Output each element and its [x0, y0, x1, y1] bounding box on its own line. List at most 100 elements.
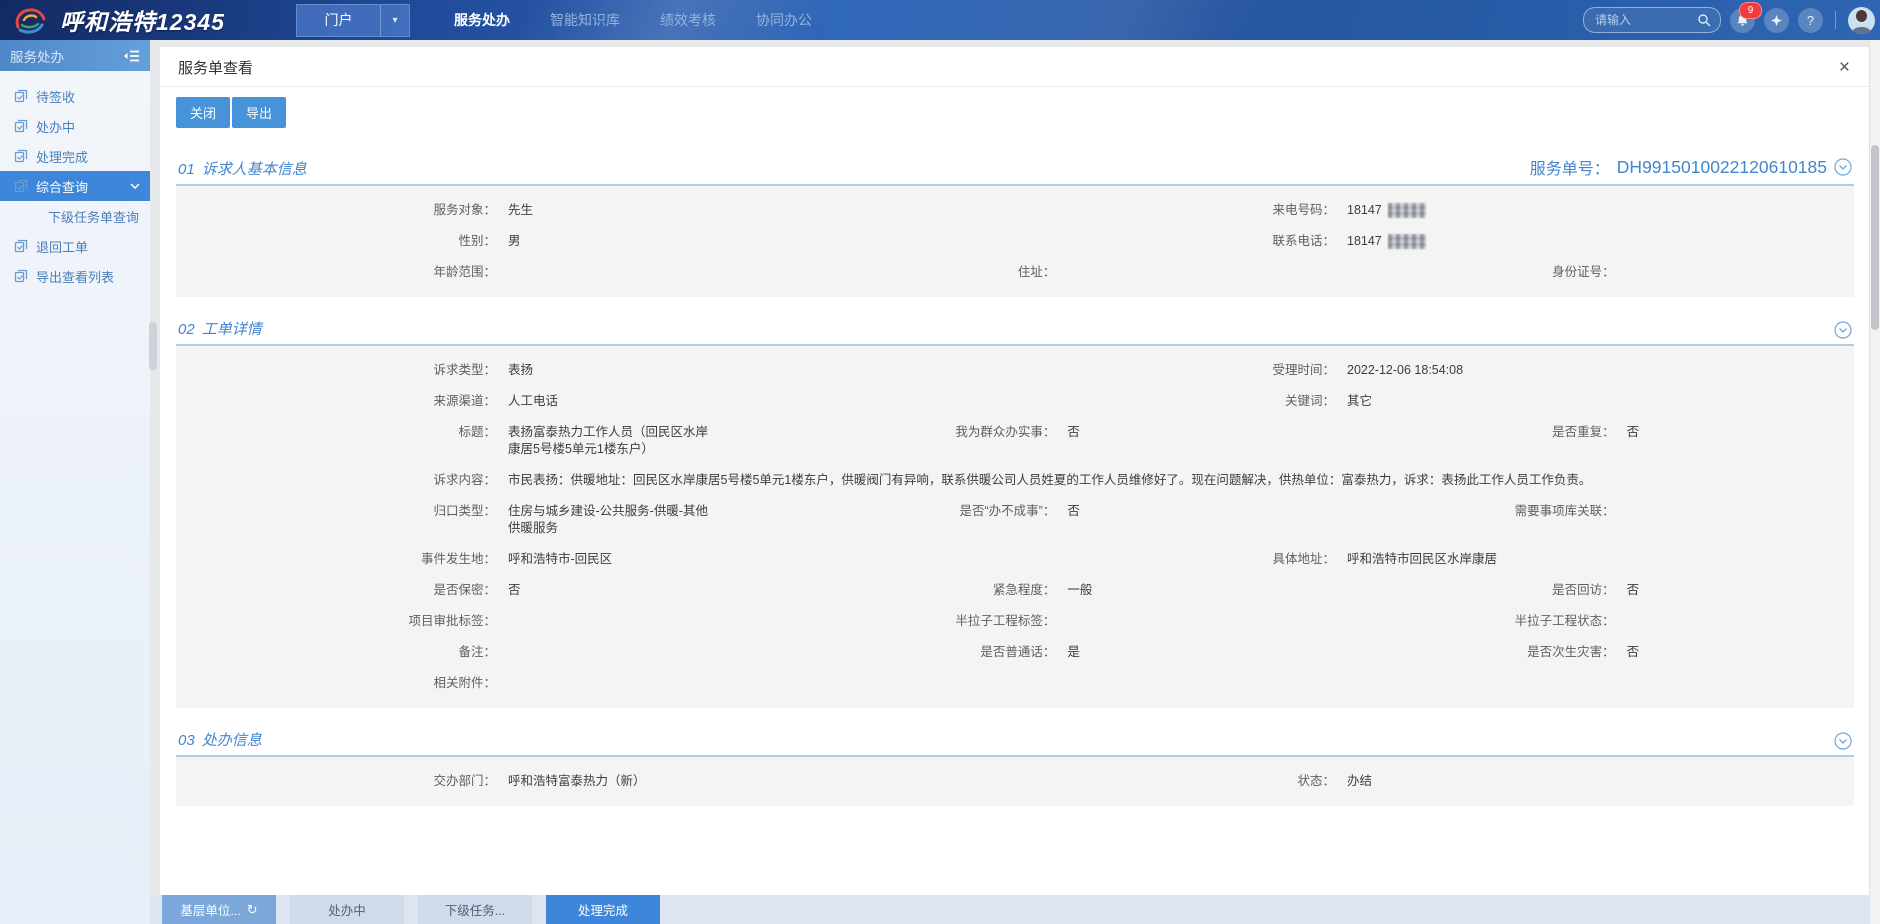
scrollbar-thumb[interactable]	[1871, 145, 1879, 330]
sidebar-item-label: 待签收	[36, 87, 75, 106]
search-box[interactable]	[1583, 7, 1721, 33]
field-cell: 服务对象：先生	[176, 202, 1015, 219]
doc-copy-icon	[14, 149, 28, 163]
main-area: 服务单查看 × 关闭导出 01 诉求人基本信息 服务单号： DH99150100221…	[160, 47, 1870, 895]
sidebar-item-1[interactable]: 处办中	[0, 111, 150, 141]
field-value: 否	[1067, 503, 1080, 520]
field-label: 事件发生地：	[176, 551, 496, 568]
search-input[interactable]	[1593, 12, 1697, 28]
masked-number	[1388, 234, 1426, 249]
field-cell: 来电号码：18147	[1015, 202, 1854, 219]
field-cell: 半拉子工程状态：	[1295, 613, 1854, 630]
field-row: 备注：是否普通话：是是否次生灾害：否	[176, 637, 1854, 668]
section-header: 03处办信息	[176, 723, 1854, 757]
close-button[interactable]: 关闭	[176, 97, 230, 128]
field-cell: 标题：表扬富泰热力工作人员（回民区水岸康居5号楼5单元1楼东户）	[176, 424, 735, 458]
section-body: 服务对象：先生来电号码：18147性别：男联系电话：18147年龄范围：住址：身…	[176, 186, 1854, 297]
section-collapse-icon[interactable]	[1834, 158, 1852, 176]
quick-nav-button[interactable]	[1764, 8, 1789, 33]
sidebar-item-label: 处办中	[36, 117, 75, 136]
field-label: 归口类型：	[176, 503, 496, 520]
top-nav-item-3[interactable]: 协同办公	[756, 10, 812, 30]
field-row: 相关附件：	[176, 668, 1854, 699]
doc-copy-icon	[14, 239, 28, 253]
portal-menu-button[interactable]: 门户 ▾	[296, 4, 410, 37]
field-row: 项目审批标签：半拉子工程标签：半拉子工程状态：	[176, 606, 1854, 637]
section-title-text: 诉求人基本信息	[202, 158, 307, 179]
field-value: 否	[1627, 582, 1640, 599]
notification-badge: 9	[1739, 2, 1762, 19]
field-label: 受理时间：	[1015, 362, 1335, 379]
field-cell: 状态：办结	[1015, 773, 1854, 790]
field-row: 交办部门：呼和浩特富泰热力（新）状态：办结	[176, 766, 1854, 797]
field-cell: 我为群众办实事：否	[735, 424, 1294, 458]
sidebar-item-6[interactable]: 导出查看列表	[0, 261, 150, 291]
topbar-right-group: 9 ?	[1583, 7, 1875, 34]
section-title: 01 诉求人基本信息	[178, 158, 307, 179]
close-icon[interactable]: ×	[1837, 58, 1852, 77]
top-nav-item-0[interactable]: 服务处办	[454, 10, 510, 30]
field-label: 身份证号：	[1295, 264, 1615, 281]
refresh-icon: ↻	[247, 902, 258, 918]
sidebar-item-4[interactable]: 下级任务单查询	[0, 201, 150, 231]
masked-number	[1388, 203, 1426, 218]
field-label: 是否“办不成事”：	[735, 503, 1055, 520]
field-cell: 半拉子工程标签：	[735, 613, 1294, 630]
order-no-label: 服务单号：	[1530, 155, 1610, 179]
section-body: 诉求类型：表扬受理时间：2022-12-06 18:54:08来源渠道：人工电话…	[176, 346, 1854, 708]
field-label: 相关附件：	[176, 675, 496, 692]
field-label: 住址：	[735, 264, 1055, 281]
sidebar-item-label: 退回工单	[36, 237, 88, 256]
export-button[interactable]: 导出	[232, 97, 286, 128]
field-cell: 是否回访： 否	[1295, 582, 1854, 599]
section-header-right	[1834, 732, 1852, 750]
sidebar-header: 服务处办	[0, 40, 150, 71]
tab-label: 处办中	[328, 900, 366, 919]
field-label: 交办部门：	[176, 773, 496, 790]
order-no-value: DH9915010022120610185	[1617, 157, 1827, 178]
sidebar-scrollbar-thumb[interactable]	[149, 322, 157, 370]
help-button[interactable]: ?	[1798, 8, 1823, 33]
bottom-tab-2[interactable]: 下级任务...	[418, 895, 532, 924]
scrollbar[interactable]	[1869, 40, 1880, 924]
field-value: 18147	[1347, 202, 1382, 219]
tab-label: 下级任务...	[445, 900, 505, 919]
sidebar-item-3[interactable]: 综合查询	[0, 171, 150, 201]
section-number: 03	[178, 732, 195, 749]
sidebar-item-5[interactable]: 退回工单	[0, 231, 150, 261]
collapse-sidebar-icon[interactable]	[123, 49, 140, 63]
sidebar-item-label: 处理完成	[36, 147, 88, 166]
search-icon[interactable]	[1697, 13, 1711, 27]
field-label: 是否保密：	[176, 582, 496, 599]
field-cell: 是否保密：否	[176, 582, 735, 599]
topbar: 呼和浩特12345 门户 ▾ 服务处办智能知识库绩效考核协同办公 9 ?	[0, 0, 1880, 40]
section-title: 03处办信息	[178, 729, 262, 750]
bottom-tab-1[interactable]: 处办中	[290, 895, 404, 924]
sidebar-item-0[interactable]: 待签收	[0, 81, 150, 111]
question-icon: ?	[1807, 13, 1814, 28]
top-nav-item-2[interactable]: 绩效考核	[660, 10, 716, 30]
sidebar: 服务处办 待签收处办中处理完成综合查询下级任务单查询退回工单导出查看列表	[0, 40, 150, 924]
top-nav: 服务处办 智能知识库 绩效考核 协同办公	[454, 10, 812, 30]
field-row: 来源渠道：人工电话关键词：其它	[176, 386, 1854, 417]
sidebar-item-2[interactable]: 处理完成	[0, 141, 150, 171]
top-nav-item-1[interactable]: 智能知识库	[550, 10, 620, 30]
field-label: 状态：	[1015, 773, 1335, 790]
field-cell: 诉求内容：市民表扬：供暖地址：回民区水岸康居5号楼5单元1楼东户，供暖阀门有异响…	[176, 472, 1854, 489]
field-row: 标题：表扬富泰热力工作人员（回民区水岸康居5号楼5单元1楼东户）我为群众办实事：…	[176, 417, 1854, 465]
page-title: 服务单查看	[178, 57, 253, 78]
panel-header: 服务单查看 ×	[160, 47, 1870, 87]
section-collapse-icon[interactable]	[1834, 732, 1852, 750]
field-label: 是否回访：	[1295, 582, 1615, 599]
field-value: 否	[1627, 644, 1640, 661]
section-collapse-icon[interactable]	[1834, 321, 1852, 339]
bottom-tab-0[interactable]: 基层单位...↻	[162, 895, 276, 924]
avatar[interactable]	[1848, 7, 1875, 34]
field-row: 性别：男联系电话：18147	[176, 226, 1854, 257]
chevron-down-icon[interactable]: ▾	[380, 5, 409, 36]
section-number: 01	[178, 161, 195, 178]
notifications-button[interactable]: 9	[1730, 8, 1755, 33]
bottom-tab-3[interactable]: 处理完成	[546, 895, 660, 924]
field-label: 标题：	[176, 424, 496, 441]
field-value: 人工电话	[508, 393, 558, 410]
